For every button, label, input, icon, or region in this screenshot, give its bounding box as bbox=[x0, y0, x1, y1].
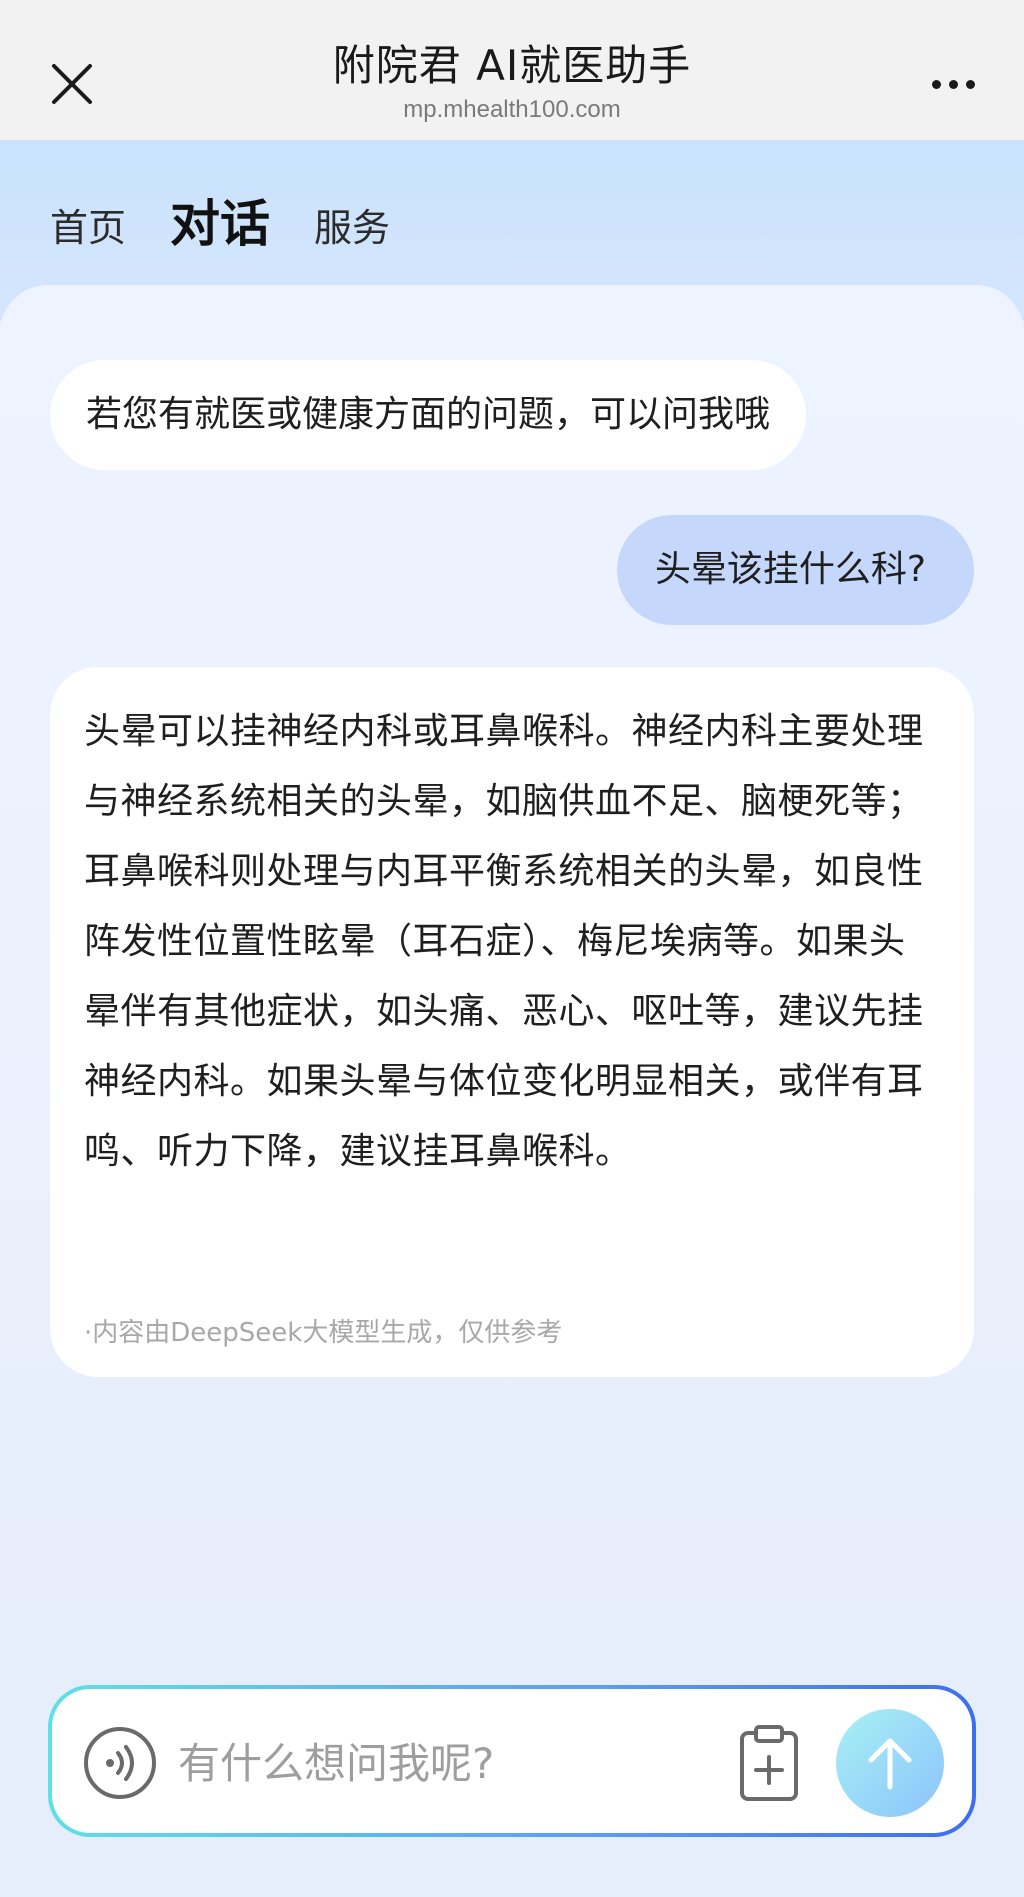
input-bar bbox=[48, 1685, 976, 1837]
tab-services[interactable]: 服务 bbox=[314, 197, 390, 252]
user-message-bubble: 头晕该挂什么科? bbox=[616, 515, 974, 625]
tab-bar: 首页 对话 服务 bbox=[50, 184, 390, 256]
message-input[interactable] bbox=[178, 1719, 608, 1807]
clipboard-add-icon bbox=[740, 1725, 798, 1801]
ai-disclaimer: ·内容由DeepSeek大模型生成，仅供参考 bbox=[84, 1318, 563, 1348]
tab-chat[interactable]: 对话 bbox=[170, 184, 270, 256]
bot-greeting-bubble: 若您有就医或健康方面的问题，可以问我哦 bbox=[50, 360, 807, 470]
chat-panel: 若您有就医或健康方面的问题，可以问我哦 头晕该挂什么科? 头晕可以挂神经内科或耳… bbox=[0, 285, 1024, 1675]
voice-icon bbox=[84, 1727, 156, 1799]
more-button[interactable] bbox=[918, 62, 988, 106]
title-bar: 附院君 AI就医助手 mp.mhealth100.com bbox=[0, 0, 1024, 140]
voice-button[interactable] bbox=[82, 1725, 158, 1801]
app-title: 附院君 AI就医助手 bbox=[332, 41, 692, 90]
bot-answer-text: 头晕可以挂神经内科或耳鼻喉科。神经内科主要处理与神经系统相关的头晕，如脑供血不足… bbox=[84, 711, 924, 1172]
title-block: 附院君 AI就医助手 mp.mhealth100.com bbox=[0, 38, 1024, 126]
more-dots-icon bbox=[931, 79, 975, 89]
bot-answer-bubble: 头晕可以挂神经内科或耳鼻喉科。神经内科主要处理与神经系统相关的头晕，如脑供血不足… bbox=[50, 667, 974, 1377]
clipboard-add-button[interactable] bbox=[738, 1723, 800, 1803]
send-button[interactable] bbox=[836, 1709, 944, 1817]
arrow-up-icon bbox=[868, 1738, 912, 1790]
app-url: mp.mhealth100.com bbox=[403, 96, 621, 123]
input-area bbox=[0, 1675, 1024, 1897]
tab-home[interactable]: 首页 bbox=[50, 197, 126, 252]
